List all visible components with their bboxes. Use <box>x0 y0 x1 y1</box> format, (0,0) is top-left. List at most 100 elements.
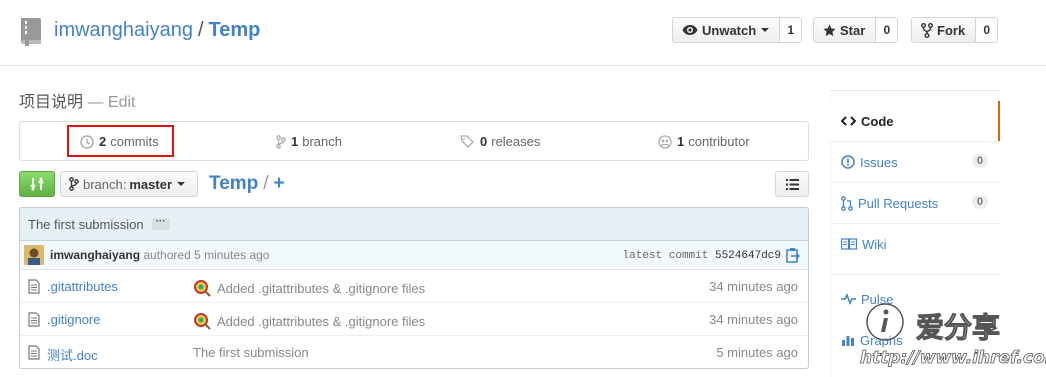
commits-highlight-box <box>67 125 174 157</box>
branch-label: branch: <box>83 176 127 192</box>
file-commit-message: Added .gitattributes & .gitignore files <box>193 312 425 330</box>
new-file-button[interactable]: + <box>274 173 285 194</box>
branches-count: 1 <box>291 134 299 149</box>
fork-icon <box>921 22 933 38</box>
releases-count: 0 <box>480 134 488 149</box>
branch-value: master <box>129 176 173 192</box>
book-icon <box>841 238 857 250</box>
branch-icon <box>276 134 286 149</box>
latest-commit: latest commit 5524647dc9 <box>623 250 781 262</box>
sidebar-item-code[interactable]: Code <box>830 101 1000 141</box>
releases-label: releases <box>491 134 541 149</box>
branches-label: branch <box>302 134 342 149</box>
breadcrumb: Temp / + <box>209 173 285 195</box>
latest-commit-title: The first submission ··· <box>20 208 808 241</box>
avatar[interactable] <box>24 245 44 265</box>
file-commit-message-link[interactable]: The first submission <box>193 345 309 360</box>
unwatch-button[interactable]: Unwatch <box>672 17 781 43</box>
fork-label: Fork <box>937 22 966 38</box>
code-icon <box>841 116 856 126</box>
eye-icon <box>682 25 698 35</box>
file-name-link[interactable]: 测试.doc <box>47 345 98 364</box>
fork-count[interactable]: 0 <box>976 17 999 43</box>
repo-title-separator: / <box>197 19 204 41</box>
contributors-label: contributor <box>688 134 750 149</box>
chevron-down-icon <box>177 182 186 186</box>
star-button[interactable]: Star <box>813 17 877 43</box>
file-row: .gitignore Added .gitattributes & .gitig… <box>20 303 808 336</box>
repo-header: imwanghaiyang / Temp Unwatch 1 Star 0 Fork… <box>0 0 1046 66</box>
summary-contributors[interactable]: 1 contributor <box>658 134 750 149</box>
tag-icon <box>460 135 474 148</box>
fork-button[interactable]: Fork <box>911 17 977 43</box>
lollipop-icon <box>194 280 211 297</box>
watermark-text: 爱分享 <box>915 311 1001 345</box>
file-row: .gitattributes Added .gitattributes & .g… <box>20 270 808 303</box>
branch-icon <box>69 177 79 191</box>
compare-button[interactable] <box>19 171 55 197</box>
file-age: 34 minutes ago <box>709 312 798 327</box>
file-name-link[interactable]: .gitattributes <box>47 279 118 294</box>
file-text-icon <box>28 279 40 294</box>
compare-icon <box>30 177 44 191</box>
pull-requests-count: 0 <box>971 195 988 209</box>
edit-description-link[interactable]: — Edit <box>87 94 135 111</box>
commit-message[interactable]: The first submission <box>28 217 144 232</box>
repo-owner-link[interactable]: imwanghaiyang <box>54 19 193 41</box>
watch-group: Unwatch 1 <box>672 17 803 43</box>
clipboard-icon[interactable] <box>786 247 800 263</box>
sidebar-item-issues[interactable]: Issues 0 <box>830 142 1000 182</box>
repo-name-link[interactable]: Temp <box>209 19 261 41</box>
breadcrumb-separator: / <box>263 173 269 194</box>
sidebar-item-label: Pull Requests <box>858 195 939 211</box>
file-navigation-table: The first submission ··· imwanghaiyang a… <box>19 207 809 369</box>
file-commit-message-link[interactable]: Added .gitattributes & .gitignore files <box>217 314 425 329</box>
repo-icon <box>21 18 41 46</box>
pull-request-icon <box>841 195 853 211</box>
file-age: 34 minutes ago <box>709 279 798 294</box>
pulse-icon <box>841 293 856 305</box>
file-commit-message-link[interactable]: Added .gitattributes & .gitignore files <box>217 281 425 296</box>
sidebar-item-pull-requests[interactable]: Pull Requests 0 <box>830 183 1000 223</box>
commit-sha-link[interactable]: 5524647dc9 <box>715 250 781 262</box>
chevron-down-icon <box>761 28 770 32</box>
repo-description-text: 项目说明 <box>19 94 84 111</box>
commit-authored-time: authored 5 minutes ago <box>143 248 270 262</box>
contributors-count: 1 <box>677 134 685 149</box>
commit-meta: imwanghaiyang authored 5 minutes ago lat… <box>20 241 808 270</box>
sidebar-divider <box>830 274 1000 275</box>
star-count[interactable]: 0 <box>876 17 899 43</box>
sidebar-item-label: Code <box>861 113 894 129</box>
sidebar-item-wiki[interactable]: Wiki <box>830 224 1000 264</box>
sidebar-item-label: Wiki <box>862 236 887 252</box>
commit-author-name[interactable]: imwanghaiyang <box>50 248 140 262</box>
summary-releases[interactable]: 0 releases <box>460 134 540 149</box>
watermark-url: http://www.ihref.com <box>860 348 1046 369</box>
summary-branches[interactable]: 1 branch <box>276 134 342 149</box>
sidebar-top-border <box>830 90 1000 91</box>
breadcrumb-root-link[interactable]: Temp <box>209 173 258 194</box>
file-name-link[interactable]: .gitignore <box>47 312 100 327</box>
latest-commit-label: latest commit <box>622 250 709 262</box>
file-text-icon <box>28 312 40 327</box>
commit-author: imwanghaiyang authored 5 minutes ago <box>50 248 269 262</box>
repo-title: imwanghaiyang / Temp <box>54 19 260 42</box>
list-icon <box>785 178 799 190</box>
file-commit-message: Added .gitattributes & .gitignore files <box>193 279 425 297</box>
watch-count[interactable]: 1 <box>780 17 803 43</box>
organization-icon <box>658 134 672 149</box>
fork-group: Fork 0 <box>911 17 999 43</box>
star-label: Star <box>840 22 866 38</box>
star-icon <box>823 23 836 36</box>
commit-expand-button[interactable]: ··· <box>151 217 170 230</box>
lollipop-icon <box>194 313 211 330</box>
file-list-toggle-button[interactable] <box>775 171 809 197</box>
branch-select-button[interactable]: branch: master <box>60 171 198 197</box>
star-group: Star 0 <box>813 17 899 43</box>
repo-description: 项目说明 — Edit <box>19 88 135 112</box>
file-text-icon <box>28 345 40 360</box>
file-commit-message: The first submission <box>193 345 309 360</box>
unwatch-label: Unwatch <box>702 22 757 38</box>
graph-icon <box>842 336 854 346</box>
file-age: 5 minutes ago <box>716 345 798 360</box>
